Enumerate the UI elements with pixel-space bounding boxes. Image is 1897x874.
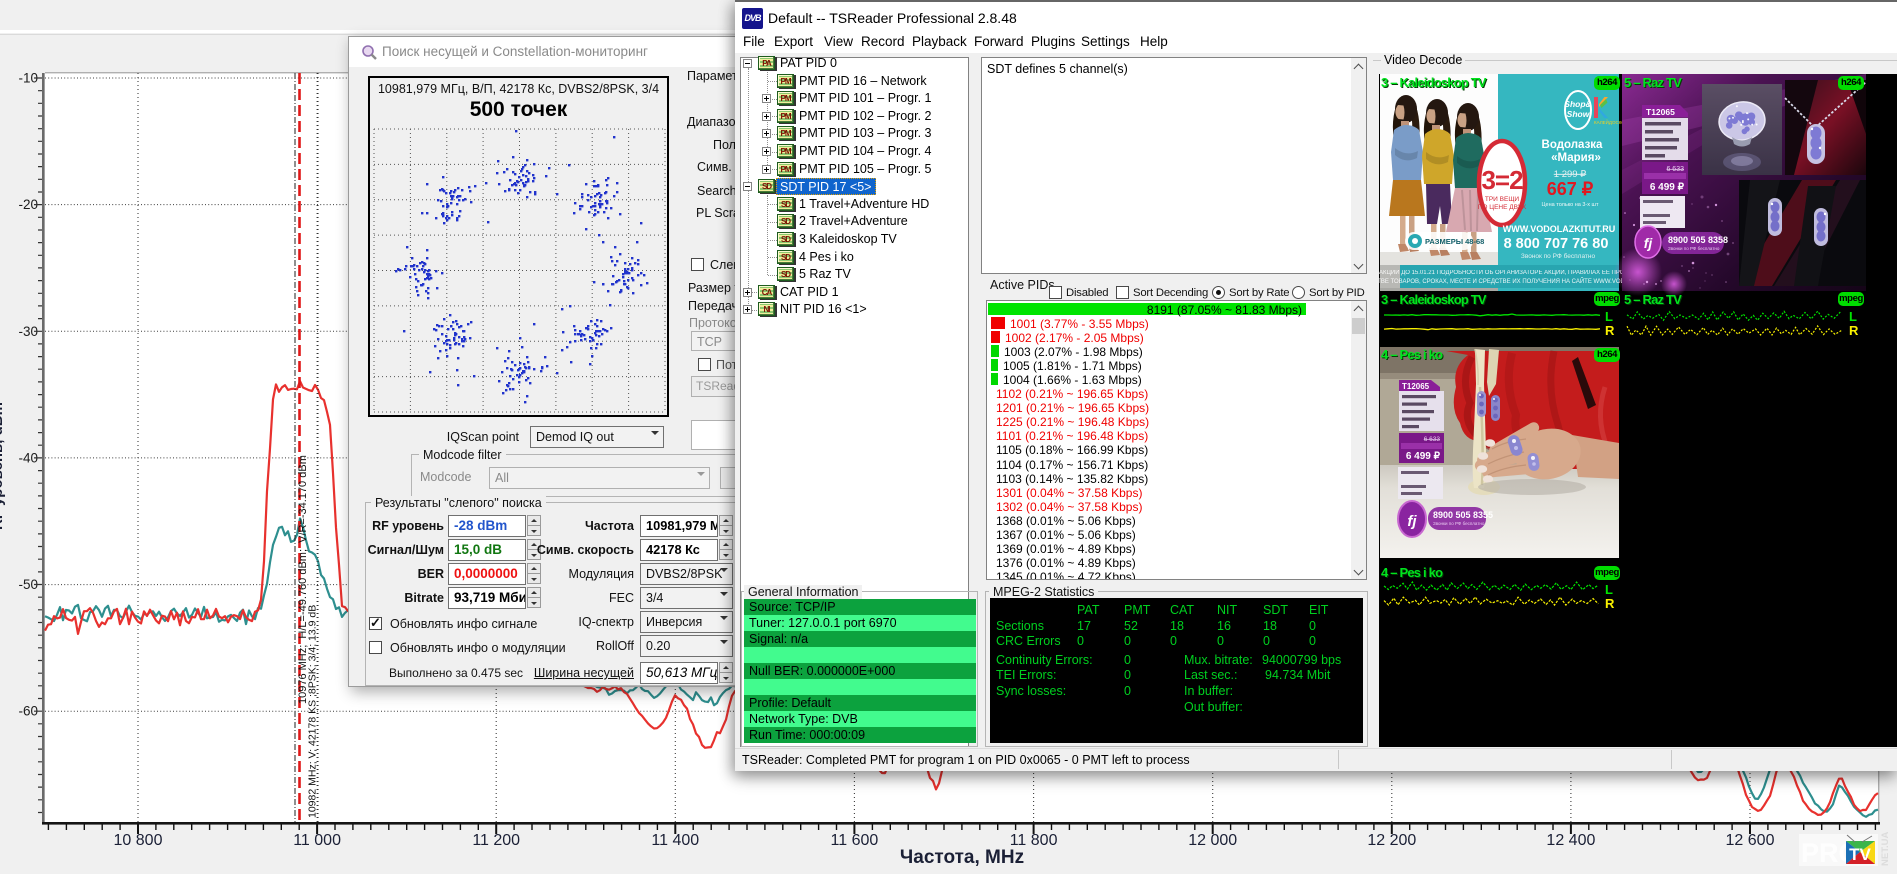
svg-text:ПО ЦЕНЕ ДВУХ: ПО ЦЕНЕ ДВУХ — [1478, 204, 1527, 211]
svg-text:СРОК АКЦИИ ДО 15.01.21 ПОДРОБН: СРОК АКЦИИ ДО 15.01.21 ПОДРОБНОСТИ ОБ ОР… — [1379, 270, 1655, 276]
svg-text:11 400: 11 400 — [651, 832, 699, 849]
svg-text:R: R — [1605, 596, 1615, 611]
svg-text:Звонки по РФ бесплатно: Звонки по РФ бесплатно — [1668, 246, 1720, 251]
svg-text:Звонки по РФ бесплатно: Звонки по РФ бесплатно — [1433, 521, 1485, 526]
svg-text:T12065: T12065 — [1646, 107, 1675, 117]
svg-text:WWW.VODOLAZKITUT.RU: WWW.VODOLAZKITUT.RU — [1503, 224, 1615, 234]
svg-text:L: L — [1849, 309, 1857, 324]
svg-text:667 ₽: 667 ₽ — [1547, 179, 1594, 199]
svg-text:RF уровень, dBm: RF уровень, dBm — [0, 402, 6, 530]
svg-text:3=2: 3=2 — [1481, 165, 1523, 195]
svg-text:NET.UA: NET.UA — [1880, 832, 1891, 866]
svg-text:fj: fj — [1407, 513, 1417, 530]
svg-text:Звонок по РФ бесплатно: Звонок по РФ бесплатно — [1521, 252, 1596, 260]
svg-text:ТРИ ВЕЩИ: ТРИ ВЕЩИ — [1485, 196, 1520, 203]
svg-text:РАЗМЕРЫ 48-68: РАЗМЕРЫ 48-68 — [1425, 237, 1484, 246]
svg-text:12 200: 12 200 — [1367, 832, 1416, 849]
svg-text:12 000: 12 000 — [1188, 832, 1237, 849]
svg-text:12 400: 12 400 — [1546, 832, 1595, 849]
svg-text:8900 505 8358: 8900 505 8358 — [1668, 235, 1728, 245]
svg-text:6 633: 6 633 — [1424, 436, 1441, 443]
svg-text:Водолазка: Водолазка — [1542, 139, 1604, 151]
svg-text:10 800: 10 800 — [114, 832, 163, 849]
svg-text:11 200: 11 200 — [472, 832, 520, 849]
svg-text:Цена только на 3-х шт: Цена только на 3-х шт — [1541, 202, 1598, 208]
svg-text:R: R — [1849, 323, 1859, 338]
svg-text:L: L — [1605, 309, 1613, 324]
svg-text:Частота, MHz: Частота, MHz — [900, 847, 1024, 868]
svg-text:11 000: 11 000 — [293, 832, 341, 849]
svg-text:6 499 ₽: 6 499 ₽ — [1650, 182, 1685, 193]
svg-text:Shop&: Shop& — [1564, 99, 1591, 109]
svg-text:«Мария»: «Мария» — [1551, 152, 1601, 164]
svg-text:11 600: 11 600 — [831, 832, 879, 849]
svg-text:Show: Show — [1567, 109, 1591, 119]
svg-text:10982 MHz; V; 42178 KS ;8PSK;: 10982 MHz; V; 42178 KS ;8PSK; 3/4; 13.9 … — [307, 605, 319, 818]
svg-text:6 499 ₽: 6 499 ₽ — [1406, 451, 1441, 462]
svg-text:fj: fj — [1644, 235, 1654, 251]
svg-text:T12065: T12065 — [1402, 382, 1430, 391]
svg-text:8 800 707 76 80: 8 800 707 76 80 — [1504, 236, 1609, 252]
svg-text:6 633: 6 633 — [1666, 166, 1684, 173]
svg-text:R: R — [1605, 323, 1615, 338]
svg-text:L: L — [1605, 582, 1613, 597]
svg-text:TV: TV — [1849, 845, 1871, 864]
svg-text:8900 505 8355: 8900 505 8355 — [1433, 510, 1493, 520]
svg-text:12 600: 12 600 — [1726, 832, 1775, 849]
